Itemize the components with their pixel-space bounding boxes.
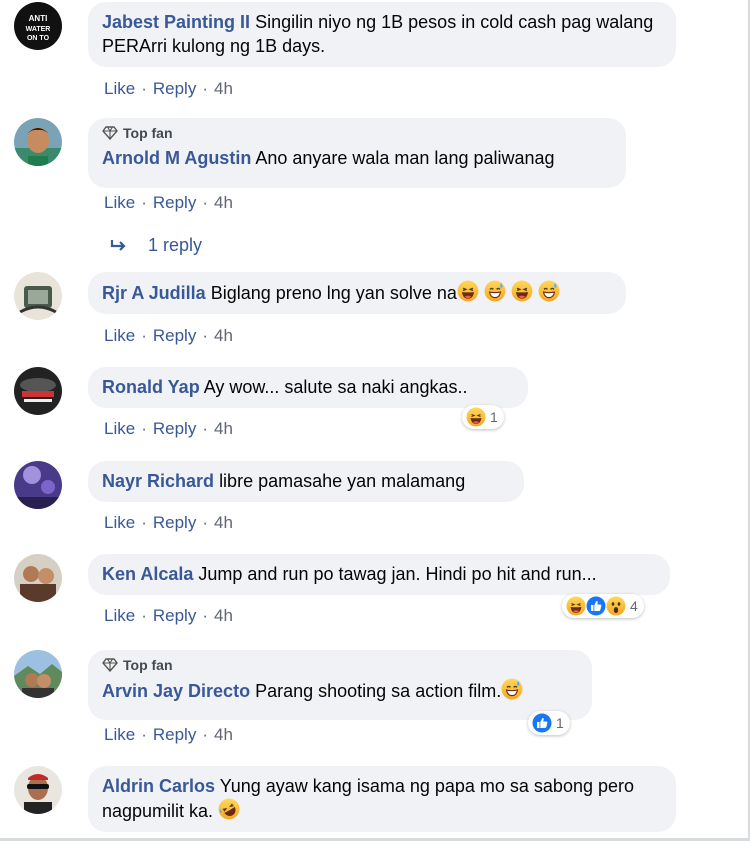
comment-text: Parang shooting sa action film. xyxy=(255,681,502,701)
like-link[interactable]: Like xyxy=(104,326,135,345)
rofl-emoji-icon xyxy=(218,798,240,820)
comment-author[interactable]: Nayr Richard xyxy=(102,471,214,491)
reaction-summary[interactable]: 4 xyxy=(562,594,644,618)
comment-bubble: Top fan Arvin Jay Directo Parang shootin… xyxy=(88,650,592,720)
reply-link[interactable]: Reply xyxy=(153,725,196,744)
comment-bubble: Ken Alcala Jump and run po tawag jan. Hi… xyxy=(88,554,670,595)
comment-author[interactable]: Ken Alcala xyxy=(102,564,193,584)
comment-time[interactable]: 4h xyxy=(214,513,233,532)
comment-actions: Like · Reply · 4h xyxy=(104,326,233,345)
reply-link[interactable]: Reply xyxy=(153,79,196,98)
reaction-count: 4 xyxy=(630,598,638,614)
diamond-icon xyxy=(102,658,118,672)
comment-time[interactable]: 4h xyxy=(214,419,233,438)
comment-author[interactable]: Ronald Yap xyxy=(102,377,200,397)
reply-link[interactable]: Reply xyxy=(153,326,196,345)
like-link[interactable]: Like xyxy=(104,725,135,744)
comment-bubble: Top fan Arnold M Agustin Ano anyare wala… xyxy=(88,118,626,188)
wow-reaction-icon xyxy=(606,596,626,616)
comment-actions: Like · Reply · 4h xyxy=(104,725,233,744)
reaction-count: 1 xyxy=(556,715,564,731)
top-fan-badge: Top fan xyxy=(102,124,612,142)
comment-text: Ano anyare wala man lang paliwanag xyxy=(255,148,555,168)
reaction-count: 1 xyxy=(490,409,498,425)
comment-bubble: Ronald Yap Ay wow... salute sa naki angk… xyxy=(88,367,528,408)
avatar[interactable] xyxy=(14,650,62,698)
comment-text: libre pamasahe yan malamang xyxy=(219,471,466,491)
svg-text:WATER: WATER xyxy=(26,26,51,33)
sweat-smile-emoji-icon xyxy=(501,678,523,700)
comment-actions: Like · Reply · 4h xyxy=(104,606,233,625)
laughing-reaction-icon xyxy=(566,596,586,616)
reply-link[interactable]: Reply xyxy=(153,513,196,532)
avatar[interactable] xyxy=(14,118,62,166)
comment-time[interactable]: 4h xyxy=(214,193,233,212)
reply-link[interactable]: Reply xyxy=(153,193,196,212)
comment-author[interactable]: Arnold M Agustin xyxy=(102,148,251,168)
comment-time[interactable]: 4h xyxy=(214,606,233,625)
laughing-reaction-icon xyxy=(466,407,486,427)
avatar[interactable] xyxy=(14,272,62,320)
sweat-smile-emoji-icon xyxy=(484,280,506,302)
comment-author[interactable]: Aldrin Carlos xyxy=(102,776,215,796)
like-reaction-icon xyxy=(586,596,606,616)
like-link[interactable]: Like xyxy=(104,419,135,438)
comment-author[interactable]: Rjr A Judilla xyxy=(102,283,206,303)
like-link[interactable]: Like xyxy=(104,193,135,212)
top-fan-badge: Top fan xyxy=(102,656,578,674)
reply-arrow-icon xyxy=(110,239,126,251)
avatar[interactable] xyxy=(14,367,62,415)
like-link[interactable]: Like xyxy=(104,513,135,532)
avatar[interactable] xyxy=(14,461,62,509)
comment-time[interactable]: 4h xyxy=(214,326,233,345)
comment-time[interactable]: 4h xyxy=(214,79,233,98)
comment-actions: Like · Reply · 4h xyxy=(104,419,233,438)
view-replies-link[interactable]: 1 reply xyxy=(110,235,202,256)
laughing-emoji-icon xyxy=(511,280,533,302)
reply-link[interactable]: Reply xyxy=(153,419,196,438)
like-reaction-icon xyxy=(532,713,552,733)
sweat-smile-emoji-icon xyxy=(538,280,560,302)
comment-bubble: Aldrin Carlos Yung ayaw kang isama ng pa… xyxy=(88,766,676,832)
like-link[interactable]: Like xyxy=(104,606,135,625)
comment-text: Biglang preno lng yan solve na xyxy=(210,283,457,303)
reply-link[interactable]: Reply xyxy=(153,606,196,625)
avatar[interactable]: ANTI WATER ON TO xyxy=(14,2,62,50)
laughing-emoji-icon xyxy=(457,280,479,302)
svg-text:ON TO: ON TO xyxy=(27,35,50,42)
comment-time[interactable]: 4h xyxy=(214,725,233,744)
svg-text:ANTI: ANTI xyxy=(29,14,48,23)
comment-author[interactable]: Jabest Painting II xyxy=(102,12,250,32)
comment-actions: Like · Reply · 4h xyxy=(104,79,233,98)
comment-actions: Like · Reply · 4h xyxy=(104,513,233,532)
diamond-icon xyxy=(102,126,118,140)
comment-bubble: Jabest Painting II Singilin niyo ng 1B p… xyxy=(88,2,676,67)
avatar[interactable] xyxy=(14,554,62,602)
comment-bubble: Nayr Richard libre pamasahe yan malamang xyxy=(88,461,524,502)
comment-bubble: Rjr A Judilla Biglang preno lng yan solv… xyxy=(88,272,626,314)
reaction-summary[interactable]: 1 xyxy=(528,711,570,735)
comment-actions: Like · Reply · 4h xyxy=(104,193,233,212)
comment-author[interactable]: Arvin Jay Directo xyxy=(102,681,250,701)
comment-text: Ay wow... salute sa naki angkas.. xyxy=(203,377,468,397)
like-link[interactable]: Like xyxy=(104,79,135,98)
comment-text: Jump and run po tawag jan. Hindi po hit … xyxy=(198,564,597,584)
reaction-summary[interactable]: 1 xyxy=(462,405,504,429)
avatar[interactable] xyxy=(14,766,62,814)
